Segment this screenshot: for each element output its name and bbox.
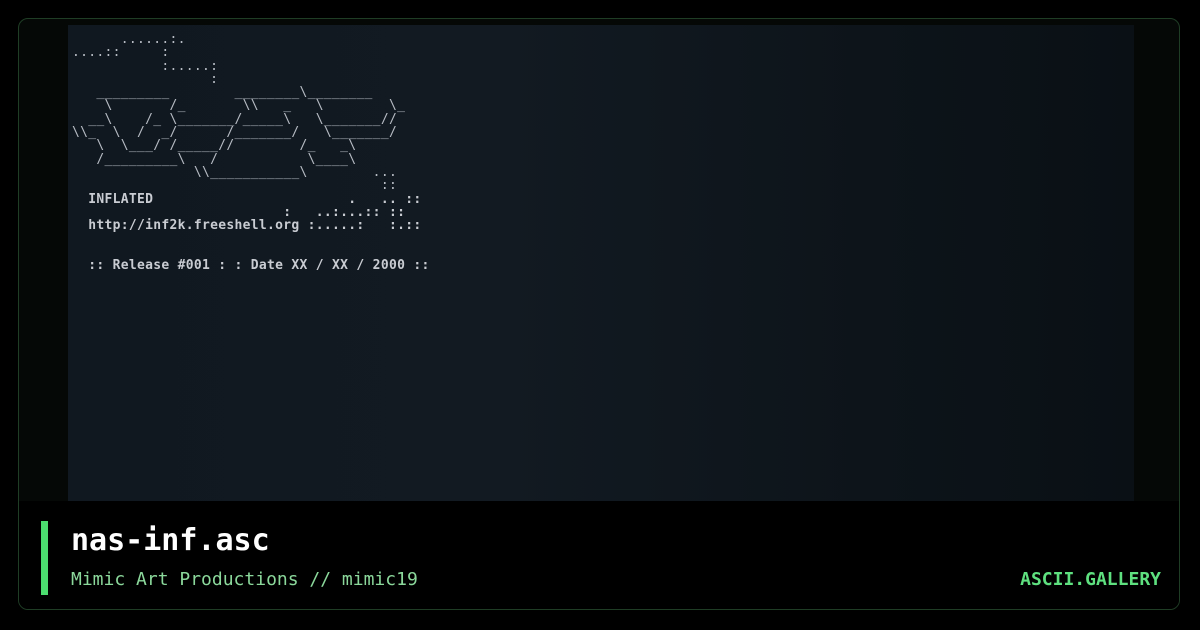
ascii-info-line: http://inf2k.freeshell.org :.....: :.:: [88, 218, 422, 234]
file-title: nas-inf.asc [71, 523, 270, 558]
ascii-art: ......:. ....:: : :.....: : _________ __… [72, 33, 430, 272]
ascii-info-lines: INFLATED . .. :: : ..:...:: :: http://in… [72, 192, 430, 273]
ascii-preview: ......:. ....:: : :.....: : _________ __… [68, 25, 1134, 501]
gallery-card: ......:. ....:: : :.....: : _________ __… [18, 18, 1180, 610]
ascii-info-line: :: Release #001 : : Date XX / XX / 2000 … [88, 258, 430, 274]
footer: nas-inf.asc Mimic Art Productions // mim… [19, 501, 1179, 609]
brand-link[interactable]: ASCII.GALLERY [1020, 567, 1161, 593]
author-credit: Mimic Art Productions // mimic19 [71, 569, 418, 590]
accent-bar [41, 521, 48, 595]
ascii-logo: ......:. ....:: : :.....: : _________ __… [72, 32, 406, 194]
